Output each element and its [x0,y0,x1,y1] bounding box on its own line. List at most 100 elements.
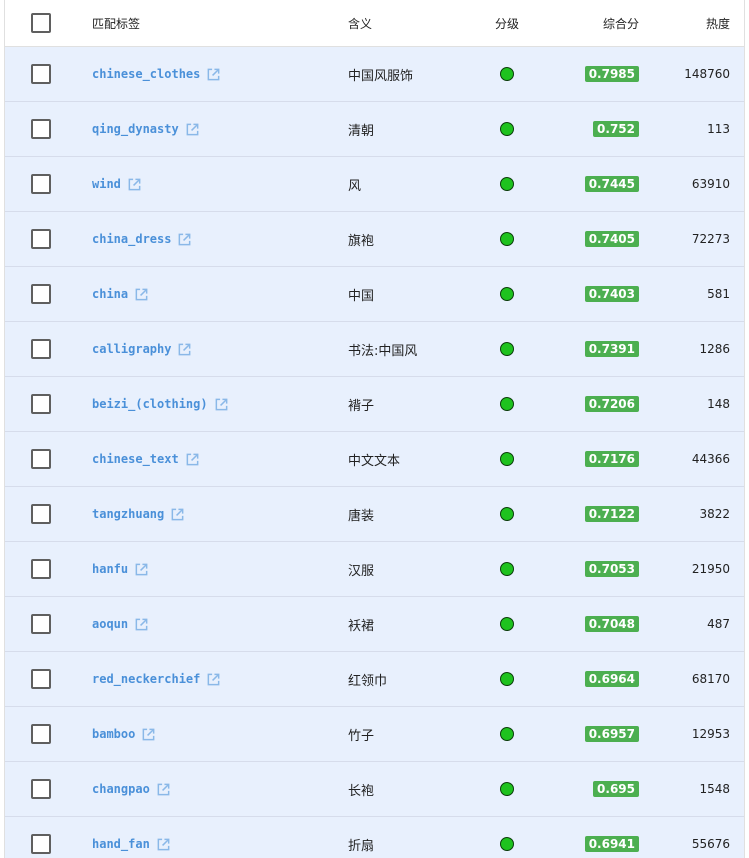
tag-meaning: 唐装 [348,508,375,524]
heat-value: 68170 [691,672,730,686]
column-header-tag[interactable]: 匹配标签 [92,15,140,32]
table-row[interactable]: red_neckerchief 红领巾 0.6964 68170 [5,652,744,707]
row-checkbox[interactable] [31,174,51,194]
score-badge: 0.7206 [584,396,639,412]
table-row[interactable]: china 中国 0.7403 581 [5,267,744,322]
tag-link[interactable]: changpao [92,782,150,796]
tag-link[interactable]: hanfu [92,562,128,576]
table-row[interactable]: chinese_text 中文文本 0.7176 44366 [5,432,744,487]
score-badge: 0.7985 [584,66,639,82]
table-body: chinese_clothes 中国风服饰 0.7985 148760 qing… [5,47,744,858]
table-header-row: 匹配标签 含义 分级 综合分 热度 [5,0,744,47]
tag-link[interactable]: bamboo [92,727,135,741]
external-link-icon[interactable] [141,727,156,742]
column-header-meaning[interactable]: 含义 [348,15,372,32]
external-link-icon[interactable] [214,397,229,412]
row-checkbox[interactable] [31,229,51,249]
row-checkbox[interactable] [31,614,51,634]
external-link-icon[interactable] [206,672,221,687]
row-checkbox[interactable] [31,394,51,414]
external-link-icon[interactable] [185,452,200,467]
row-checkbox[interactable] [31,119,51,139]
tag-meaning: 折扇 [348,838,375,854]
tag-link[interactable]: aoqun [92,617,128,631]
row-checkbox[interactable] [31,669,51,689]
tag-link[interactable]: chinese_text [92,452,179,466]
heat-value: 55676 [691,837,730,851]
external-link-icon[interactable] [170,507,185,522]
tag-meaning: 长袍 [348,783,375,799]
column-header-score[interactable]: 综合分 [603,15,639,32]
tag-link[interactable]: china_dress [92,232,171,246]
tag-link[interactable]: wind [92,177,121,191]
row-checkbox[interactable] [31,834,51,854]
table-row[interactable]: wind 风 0.7445 63910 [5,157,744,212]
tag-link[interactable]: tangzhuang [92,507,164,521]
external-link-icon[interactable] [177,342,192,357]
table-row[interactable]: qing_dynasty 清朝 0.752 113 [5,102,744,157]
tag-meaning: 中国 [348,288,375,304]
row-checkbox[interactable] [31,559,51,579]
external-link-icon[interactable] [134,562,149,577]
table-row[interactable]: hand_fan 折扇 0.6941 55676 [5,817,744,858]
external-link-icon[interactable] [127,177,142,192]
score-badge: 0.6941 [584,836,639,852]
level-green-dot-icon [500,342,514,356]
tag-meaning: 中国风服饰 [348,68,414,84]
table-row[interactable]: tangzhuang 唐装 0.7122 3822 [5,487,744,542]
tag-link[interactable]: chinese_clothes [92,67,200,81]
table-row[interactable]: aoqun 袄裙 0.7048 487 [5,597,744,652]
score-badge: 0.752 [593,121,639,137]
table-row[interactable]: hanfu 汉服 0.7053 21950 [5,542,744,597]
tag-link[interactable]: beizi_(clothing) [92,397,208,411]
tag-link[interactable]: qing_dynasty [92,122,179,136]
level-green-dot-icon [500,397,514,411]
external-link-icon[interactable] [185,122,200,137]
row-checkbox[interactable] [31,64,51,84]
score-badge: 0.7053 [584,561,639,577]
external-link-icon[interactable] [134,617,149,632]
tag-link[interactable]: red_neckerchief [92,672,200,686]
heat-value: 1548 [699,782,730,796]
tag-link[interactable]: china [92,287,128,301]
score-badge: 0.7391 [584,341,639,357]
select-all-checkbox[interactable] [31,13,51,33]
tag-meaning: 竹子 [348,728,375,744]
tag-meaning: 红领巾 [348,673,388,689]
table-row[interactable]: beizi_(clothing) 褙子 0.7206 148 [5,377,744,432]
table-row[interactable]: calligraphy 书法:中国风 0.7391 1286 [5,322,744,377]
external-link-icon[interactable] [156,837,171,852]
row-checkbox[interactable] [31,339,51,359]
external-link-icon[interactable] [156,782,171,797]
table-row[interactable]: changpao 长袍 0.695 1548 [5,762,744,817]
level-green-dot-icon [500,287,514,301]
heat-value: 21950 [691,562,730,576]
column-header-heat[interactable]: 热度 [706,15,730,32]
row-checkbox[interactable] [31,779,51,799]
level-green-dot-icon [500,232,514,246]
row-checkbox[interactable] [31,284,51,304]
external-link-icon[interactable] [206,67,221,82]
score-badge: 0.7405 [584,231,639,247]
table-row[interactable]: bamboo 竹子 0.6957 12953 [5,707,744,762]
row-checkbox[interactable] [31,504,51,524]
tag-link[interactable]: hand_fan [92,837,150,851]
table-row[interactable]: china_dress 旗袍 0.7405 72273 [5,212,744,267]
table-row[interactable]: chinese_clothes 中国风服饰 0.7985 148760 [5,47,744,102]
tag-meaning: 褙子 [348,398,375,414]
score-badge: 0.7048 [584,616,639,632]
heat-value: 113 [707,122,730,136]
column-header-level[interactable]: 分级 [495,15,519,32]
heat-value: 12953 [691,727,730,741]
external-link-icon[interactable] [134,287,149,302]
level-green-dot-icon [500,562,514,576]
external-link-icon[interactable] [177,232,192,247]
tag-meaning: 汉服 [348,563,375,579]
tag-link[interactable]: calligraphy [92,342,171,356]
heat-value: 44366 [691,452,730,466]
level-green-dot-icon [500,67,514,81]
level-green-dot-icon [500,672,514,686]
row-checkbox[interactable] [31,724,51,744]
row-checkbox[interactable] [31,449,51,469]
tag-meaning: 袄裙 [348,618,375,634]
